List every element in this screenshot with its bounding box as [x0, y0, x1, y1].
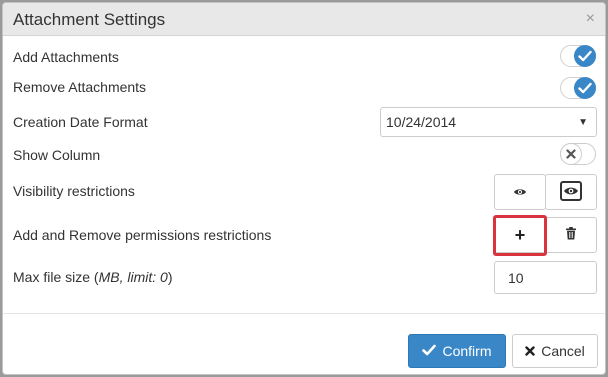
- add-attachments-label: Add Attachments: [13, 49, 119, 65]
- remove-permission-button[interactable]: [545, 217, 597, 253]
- creation-date-format-select[interactable]: 10/24/2014 ▼: [380, 107, 597, 137]
- check-icon: [574, 45, 596, 67]
- cancel-button[interactable]: Cancel: [512, 334, 598, 368]
- add-permission-button[interactable]: +: [494, 217, 546, 253]
- visibility-eye-button[interactable]: [494, 174, 546, 210]
- confirm-label: Confirm: [442, 343, 492, 359]
- add-attachments-toggle[interactable]: [560, 45, 596, 67]
- plus-icon: +: [514, 224, 526, 245]
- max-file-size-value: 10: [508, 270, 524, 286]
- caret-down-icon: ▼: [578, 117, 588, 128]
- x-icon: [560, 143, 582, 165]
- show-column-toggle[interactable]: [560, 143, 596, 165]
- check-icon: [422, 343, 437, 359]
- visibility-restrictions-label: Visibility restrictions: [13, 183, 135, 199]
- max-file-size-label-suffix: ): [167, 269, 173, 285]
- creation-date-format-value: 10/24/2014: [386, 114, 457, 130]
- remove-attachments-label: Remove Attachments: [13, 79, 147, 95]
- cancel-label: Cancel: [541, 343, 585, 359]
- confirm-button[interactable]: Confirm: [408, 334, 506, 368]
- max-file-size-label-prefix: Max file size (: [13, 269, 99, 285]
- eye-icon: [513, 184, 527, 200]
- remove-attachments-toggle[interactable]: [560, 77, 596, 99]
- show-column-label: Show Column: [13, 147, 101, 163]
- footer-divider: [3, 313, 605, 314]
- dialog-header: Attachment Settings ×: [3, 3, 605, 36]
- creation-date-format-label: Creation Date Format: [13, 114, 148, 130]
- check-icon: [574, 77, 596, 99]
- close-icon[interactable]: ×: [586, 10, 595, 28]
- attachment-settings-dialog: Attachment Settings × Add Attachments Re…: [2, 2, 606, 375]
- permissions-restrictions-label: Add and Remove permissions restrictions: [13, 227, 272, 243]
- visibility-eye-framed-button[interactable]: [545, 174, 597, 210]
- max-file-size-label: Max file size (MB, limit: 0): [13, 269, 172, 285]
- eye-framed-icon: [560, 180, 582, 204]
- dialog-title: Attachment Settings: [13, 10, 166, 29]
- max-file-size-label-limit: MB, limit: 0: [98, 269, 168, 285]
- max-file-size-input[interactable]: 10: [494, 261, 597, 294]
- x-icon: [525, 343, 535, 359]
- trash-icon: [565, 227, 577, 243]
